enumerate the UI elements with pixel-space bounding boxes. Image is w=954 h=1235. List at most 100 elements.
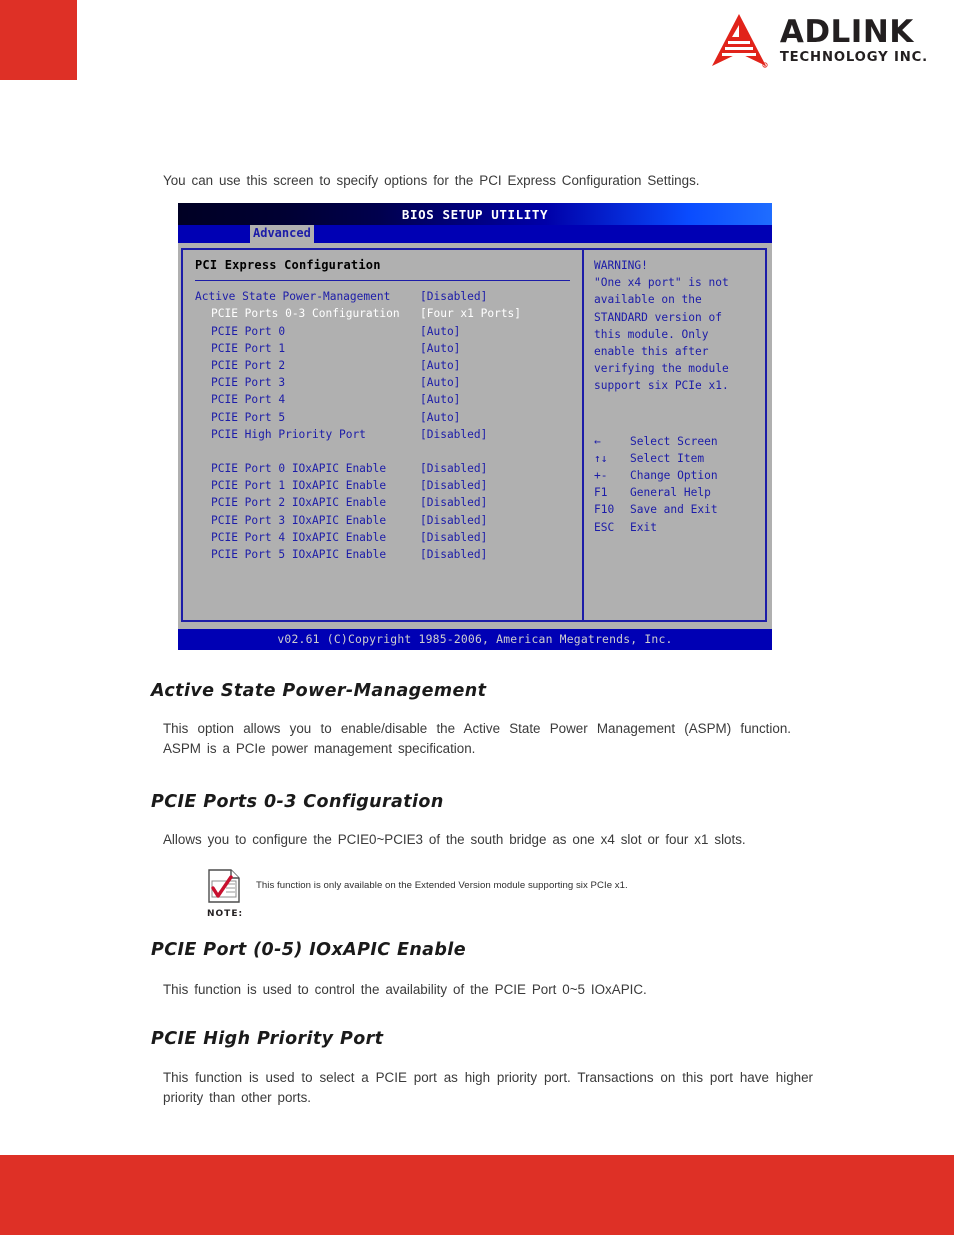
- bios-setting-value[interactable]: [Disabled]: [420, 494, 487, 511]
- bios-setting-value[interactable]: [Auto]: [420, 409, 460, 426]
- svg-text:R: R: [764, 63, 766, 67]
- adlink-logo: R ADLINK TECHNOLOGY INC.: [708, 13, 928, 69]
- bios-setup-screenshot: BIOS SETUP UTILITY Advanced PCI Express …: [178, 203, 772, 650]
- bios-warning-line: STANDARD version of: [594, 310, 722, 324]
- bios-setting-row[interactable]: PCIE Port 5 IOxAPIC Enable [Disabled]: [195, 546, 582, 563]
- bios-setting-label: Active State Power-Management: [195, 290, 391, 304]
- bios-body: PCI Express Configuration Active State P…: [178, 243, 772, 624]
- bios-help-panel: WARNING! "One x4 port" is not available on…: [583, 248, 767, 622]
- bios-key-legend: ← Select Screen ↑↓ Select Item +- Change Opti…: [594, 433, 765, 536]
- bios-setting-row[interactable]: PCIE Port 3 IOxAPIC Enable [Disabled]: [195, 512, 582, 529]
- bios-warning-line: this module. Only: [594, 327, 709, 341]
- bios-setting-label: PCIE Port 4: [211, 393, 286, 407]
- bios-warning-line: verifying the module: [594, 362, 729, 376]
- bios-setting-row[interactable]: PCIE Port 2 IOxAPIC Enable [Disabled]: [195, 494, 582, 511]
- footer-red-bar: [0, 1155, 954, 1235]
- bios-setting-row[interactable]: PCIE Port 0 [Auto]: [195, 323, 582, 340]
- bios-settings-list: Active State Power-Management [Disabled] P…: [195, 288, 582, 563]
- bios-warning-line: WARNING!: [594, 259, 648, 272]
- bios-setting-row[interactable]: PCIE Port 0 IOxAPIC Enable [Disabled]: [195, 460, 582, 477]
- bios-warning-line: "One x4 port" is not: [594, 276, 729, 290]
- document-page: R ADLINK TECHNOLOGY INC. You can use thi…: [0, 0, 954, 1235]
- bios-setting-value[interactable]: [Auto]: [420, 391, 460, 408]
- bios-help-action: Exit: [630, 520, 657, 534]
- bios-help-key: ESC: [594, 520, 615, 534]
- bios-setting-label: PCIE Port 5 IOxAPIC Enable: [211, 548, 387, 562]
- bios-help-action: Select Screen: [630, 434, 718, 448]
- bios-copyright-text: v02.61 (C)Copyright 1985-2006, American …: [277, 631, 673, 646]
- bios-setting-value[interactable]: [Disabled]: [420, 477, 487, 494]
- bios-help-action: Save and Exit: [630, 503, 718, 517]
- bios-help-row: ↑↓ Select Item: [594, 450, 765, 467]
- bios-warning-text: WARNING! "One x4 port" is not available on…: [594, 257, 765, 395]
- bios-section-title: PCI Express Configuration: [195, 258, 381, 272]
- bios-setting-value[interactable]: [Disabled]: [420, 529, 487, 546]
- adlink-logo-tagline: TECHNOLOGY INC.: [779, 50, 928, 66]
- header-red-corner-block: [0, 0, 77, 80]
- bios-setting-label: PCIE Port 3: [211, 376, 286, 390]
- bios-help-action: Select Item: [630, 451, 705, 465]
- bios-setting-row[interactable]: PCIE Port 3 [Auto]: [195, 374, 582, 391]
- bios-setting-label: PCIE Ports 0-3 Configuration: [211, 307, 400, 321]
- bios-help-action: Change Option: [630, 469, 718, 483]
- bios-setting-row[interactable]: PCIE Port 5 [Auto]: [195, 409, 582, 426]
- bios-setting-label: PCIE Port 5: [211, 410, 286, 424]
- adlink-logo-name: ADLINK: [779, 14, 914, 51]
- bios-help-action: General Help: [630, 486, 711, 500]
- bios-setting-value[interactable]: [Disabled]: [420, 460, 487, 477]
- adlink-mountain-icon: R: [711, 14, 768, 68]
- bios-warning-line: support six PCIe x1.: [594, 379, 729, 393]
- bios-setting-value[interactable]: [Disabled]: [420, 288, 487, 305]
- bios-setting-label: PCIE Port 1 IOxAPIC Enable: [211, 479, 387, 493]
- note-icon-wrap: NOTE:: [207, 869, 249, 919]
- bios-setting-row[interactable]: PCIE Ports 0-3 Configuration [Four x1 Por…: [195, 305, 582, 322]
- bios-setting-label: PCIE Port 4 IOxAPIC Enable: [211, 530, 387, 544]
- note-text: This function is only available on the E…: [256, 880, 628, 891]
- bios-setting-label: PCIE Port 2 IOxAPIC Enable: [211, 496, 387, 510]
- bios-help-row: F1 General Help: [594, 484, 765, 501]
- bios-setting-value[interactable]: [Disabled]: [420, 512, 487, 529]
- bios-setting-value[interactable]: [Auto]: [420, 323, 460, 340]
- bios-help-row: ESC Exit: [594, 519, 765, 536]
- note-label: NOTE:: [207, 909, 244, 919]
- bios-setting-value[interactable]: [Auto]: [420, 374, 460, 391]
- bios-warning-line: available on the: [594, 293, 702, 307]
- bios-help-key: ←: [594, 434, 601, 448]
- bios-settings-panel: PCI Express Configuration Active State P…: [181, 248, 583, 622]
- bios-title-bar: BIOS SETUP UTILITY: [178, 203, 772, 225]
- section-heading-pcie-ports-config: PCIE Ports 0-3 Configuration: [151, 792, 444, 812]
- bios-help-key: ↑↓: [594, 451, 608, 465]
- bios-setting-value[interactable]: [Auto]: [420, 357, 460, 374]
- bios-setting-label: PCIE Port 0: [211, 324, 286, 338]
- bios-help-key: F10: [594, 503, 615, 517]
- bios-setting-value[interactable]: [Disabled]: [420, 426, 487, 443]
- bios-help-row: +- Change Option: [594, 467, 765, 484]
- bios-footer-bar: v02.61 (C)Copyright 1985-2006, American …: [178, 629, 772, 650]
- bios-setting-label: PCIE Port 3 IOxAPIC Enable: [211, 513, 387, 527]
- bios-help-key: +-: [594, 469, 608, 483]
- bios-setting-value[interactable]: [Disabled]: [420, 546, 487, 563]
- bios-help-key: F1: [594, 486, 608, 500]
- bios-row-spacer: [195, 443, 582, 460]
- bios-setting-value[interactable]: [Four x1 Ports]: [420, 305, 521, 322]
- section-body-pcie-ports-config: Allows you to configure the PCIE0~PCIE3 …: [163, 832, 746, 847]
- bios-setting-row[interactable]: PCIE Port 4 [Auto]: [195, 391, 582, 408]
- intro-paragraph: You can use this screen to specify optio…: [163, 173, 700, 188]
- note-document-check-icon: [208, 869, 240, 903]
- bios-setting-row[interactable]: PCIE Port 1 [Auto]: [195, 340, 582, 357]
- bios-setting-row[interactable]: PCIE Port 2 [Auto]: [195, 357, 582, 374]
- bios-setting-row[interactable]: PCIE High Priority Port [Disabled]: [195, 426, 582, 443]
- bios-setting-row[interactable]: PCIE Port 4 IOxAPIC Enable [Disabled]: [195, 529, 582, 546]
- section-heading-ioxapic: PCIE Port (0-5) IOxAPIC Enable: [151, 940, 466, 960]
- bios-setting-label: PCIE Port 2: [211, 359, 286, 373]
- bios-setting-row[interactable]: PCIE Port 1 IOxAPIC Enable [Disabled]: [195, 477, 582, 494]
- bios-setting-label: PCIE Port 0 IOxAPIC Enable: [211, 462, 387, 476]
- bios-setting-value[interactable]: [Auto]: [420, 340, 460, 357]
- adlink-logo-text: ADLINK TECHNOLOGY INC.: [779, 14, 928, 66]
- bios-warning-line: enable this after: [594, 345, 709, 359]
- bios-tab-bar: Advanced: [178, 225, 772, 243]
- section-body-ioxapic: This function is used to control the ava…: [163, 982, 647, 997]
- bios-help-row: F10 Save and Exit: [594, 501, 765, 518]
- bios-setting-row[interactable]: Active State Power-Management [Disabled]: [195, 288, 582, 305]
- bios-tab-advanced[interactable]: Advanced: [250, 225, 314, 243]
